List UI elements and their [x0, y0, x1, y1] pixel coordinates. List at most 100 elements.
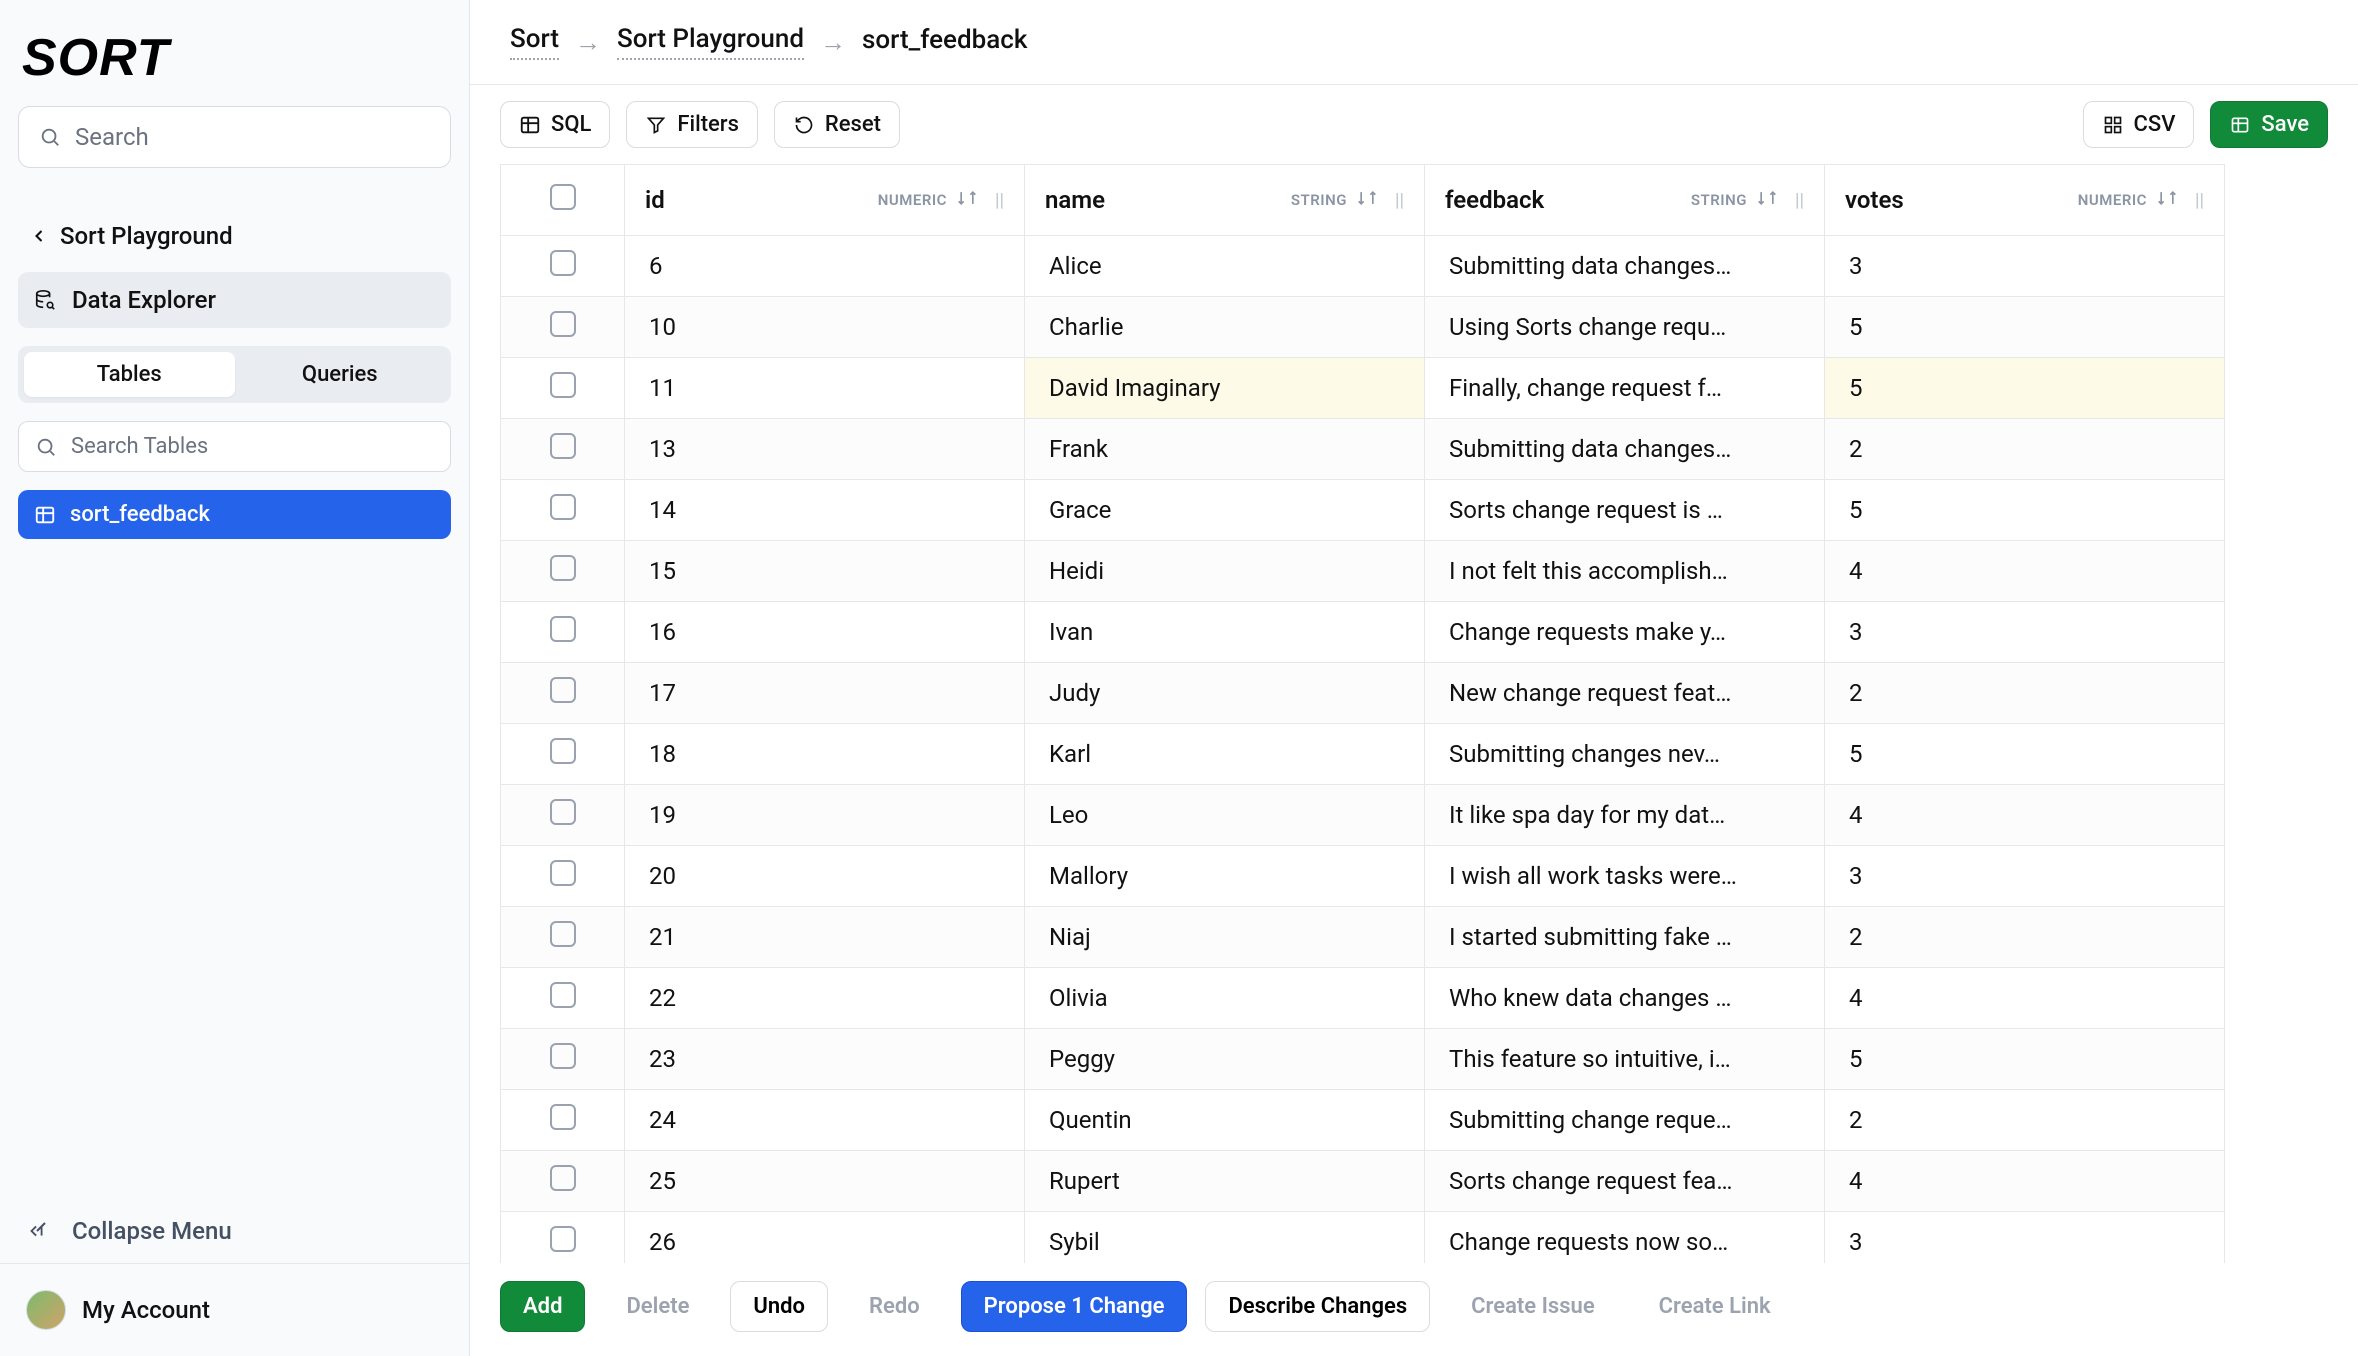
- cell-id[interactable]: 20: [625, 846, 1025, 907]
- cell-id[interactable]: 19: [625, 785, 1025, 846]
- column-resize-handle[interactable]: ||: [2187, 190, 2204, 211]
- table-row[interactable]: 22OliviaWho knew data changes …4: [501, 968, 2225, 1029]
- cell-votes[interactable]: 3: [1825, 602, 2225, 663]
- row-checkbox-cell[interactable]: [501, 1151, 625, 1212]
- row-checkbox-cell[interactable]: [501, 236, 625, 297]
- row-checkbox-cell[interactable]: [501, 602, 625, 663]
- delete-button[interactable]: Delete: [603, 1281, 712, 1332]
- table-row[interactable]: 18KarlSubmitting changes nev…5: [501, 724, 2225, 785]
- table-row[interactable]: 24QuentinSubmitting change reque…2: [501, 1090, 2225, 1151]
- table-row[interactable]: 14GraceSorts change request is …5: [501, 480, 2225, 541]
- tab-queries[interactable]: Queries: [235, 352, 446, 397]
- cell-id[interactable]: 23: [625, 1029, 1025, 1090]
- table-row[interactable]: 15HeidiI not felt this accomplish…4: [501, 541, 2225, 602]
- create-link-button[interactable]: Create Link: [1636, 1281, 1794, 1332]
- cell-feedback[interactable]: Sorts change request is …: [1425, 480, 1825, 541]
- cell-votes[interactable]: 2: [1825, 907, 2225, 968]
- back-link[interactable]: Sort Playground: [18, 214, 451, 258]
- cell-name[interactable]: Sybil: [1025, 1212, 1425, 1264]
- cell-feedback[interactable]: Change requests make y…: [1425, 602, 1825, 663]
- sort-icon[interactable]: [957, 186, 977, 214]
- filters-button[interactable]: Filters: [626, 101, 758, 148]
- cell-id[interactable]: 25: [625, 1151, 1025, 1212]
- cell-feedback[interactable]: I wish all work tasks were…: [1425, 846, 1825, 907]
- cell-feedback[interactable]: Who knew data changes …: [1425, 968, 1825, 1029]
- row-checkbox-cell[interactable]: [501, 785, 625, 846]
- cell-votes[interactable]: 2: [1825, 1090, 2225, 1151]
- cell-feedback[interactable]: Submitting data changes…: [1425, 419, 1825, 480]
- create-issue-button[interactable]: Create Issue: [1448, 1281, 1618, 1332]
- cell-votes[interactable]: 4: [1825, 968, 2225, 1029]
- cell-name[interactable]: Ivan: [1025, 602, 1425, 663]
- redo-button[interactable]: Redo: [846, 1281, 943, 1332]
- cell-id[interactable]: 6: [625, 236, 1025, 297]
- row-checkbox-cell[interactable]: [501, 907, 625, 968]
- row-checkbox-cell[interactable]: [501, 480, 625, 541]
- row-checkbox-cell[interactable]: [501, 663, 625, 724]
- save-button[interactable]: Save: [2210, 101, 2328, 148]
- cell-feedback[interactable]: New change request feat…: [1425, 663, 1825, 724]
- cell-votes[interactable]: 3: [1825, 236, 2225, 297]
- account-menu[interactable]: My Account: [0, 1264, 469, 1356]
- cell-name[interactable]: Olivia: [1025, 968, 1425, 1029]
- cell-name[interactable]: Niaj: [1025, 907, 1425, 968]
- table-row[interactable]: 6AliceSubmitting data changes…3: [501, 236, 2225, 297]
- column-resize-handle[interactable]: ||: [1787, 190, 1804, 211]
- header-votes[interactable]: votes NUMERIC ||: [1825, 165, 2225, 236]
- table-row[interactable]: 21NiajI started submitting fake …2: [501, 907, 2225, 968]
- crumb-playground[interactable]: Sort Playground: [617, 24, 804, 60]
- row-checkbox-cell[interactable]: [501, 541, 625, 602]
- cell-votes[interactable]: 5: [1825, 358, 2225, 419]
- cell-feedback[interactable]: Submitting changes nev…: [1425, 724, 1825, 785]
- cell-votes[interactable]: 3: [1825, 1212, 2225, 1264]
- sort-icon[interactable]: [2157, 186, 2177, 214]
- header-select-all[interactable]: [501, 165, 625, 236]
- undo-button[interactable]: Undo: [730, 1281, 828, 1332]
- cell-name[interactable]: Charlie: [1025, 297, 1425, 358]
- cell-id[interactable]: 26: [625, 1212, 1025, 1264]
- cell-votes[interactable]: 5: [1825, 724, 2225, 785]
- cell-feedback[interactable]: I started submitting fake …: [1425, 907, 1825, 968]
- header-name[interactable]: name STRING ||: [1025, 165, 1425, 236]
- cell-id[interactable]: 18: [625, 724, 1025, 785]
- cell-votes[interactable]: 3: [1825, 846, 2225, 907]
- cell-id[interactable]: 13: [625, 419, 1025, 480]
- crumb-sort[interactable]: Sort: [510, 24, 559, 60]
- table-row[interactable]: 19LeoIt like spa day for my dat…4: [501, 785, 2225, 846]
- cell-feedback[interactable]: I not felt this accomplish…: [1425, 541, 1825, 602]
- cell-feedback[interactable]: Change requests now so…: [1425, 1212, 1825, 1264]
- cell-votes[interactable]: 5: [1825, 480, 2225, 541]
- sort-icon[interactable]: [1357, 186, 1377, 214]
- cell-name[interactable]: Peggy: [1025, 1029, 1425, 1090]
- row-checkbox-cell[interactable]: [501, 846, 625, 907]
- header-id[interactable]: id NUMERIC ||: [625, 165, 1025, 236]
- row-checkbox-cell[interactable]: [501, 968, 625, 1029]
- column-resize-handle[interactable]: ||: [987, 190, 1004, 211]
- global-search-input[interactable]: Search: [18, 106, 451, 168]
- cell-name[interactable]: Frank: [1025, 419, 1425, 480]
- csv-button[interactable]: CSV: [2083, 101, 2195, 148]
- cell-name[interactable]: Quentin: [1025, 1090, 1425, 1151]
- cell-id[interactable]: 15: [625, 541, 1025, 602]
- cell-id[interactable]: 11: [625, 358, 1025, 419]
- header-feedback[interactable]: feedback STRING ||: [1425, 165, 1825, 236]
- cell-votes[interactable]: 2: [1825, 663, 2225, 724]
- cell-name[interactable]: Grace: [1025, 480, 1425, 541]
- cell-id[interactable]: 10: [625, 297, 1025, 358]
- add-button[interactable]: Add: [500, 1281, 585, 1332]
- data-explorer-nav[interactable]: Data Explorer: [18, 272, 451, 328]
- table-row[interactable]: 20MalloryI wish all work tasks were…3: [501, 846, 2225, 907]
- cell-name[interactable]: David Imaginary: [1025, 358, 1425, 419]
- cell-feedback[interactable]: Submitting change reque…: [1425, 1090, 1825, 1151]
- cell-feedback[interactable]: Using Sorts change requ…: [1425, 297, 1825, 358]
- search-tables-input[interactable]: Search Tables: [18, 421, 451, 472]
- cell-feedback[interactable]: It like spa day for my dat…: [1425, 785, 1825, 846]
- collapse-menu-button[interactable]: Collapse Menu: [0, 1198, 469, 1264]
- cell-votes[interactable]: 4: [1825, 1151, 2225, 1212]
- table-row[interactable]: 23PeggyThis feature so intuitive, i…5: [501, 1029, 2225, 1090]
- table-row[interactable]: 26SybilChange requests now so…3: [501, 1212, 2225, 1264]
- table-row[interactable]: 16IvanChange requests make y…3: [501, 602, 2225, 663]
- reset-button[interactable]: Reset: [774, 101, 900, 148]
- cell-votes[interactable]: 2: [1825, 419, 2225, 480]
- row-checkbox-cell[interactable]: [501, 1212, 625, 1264]
